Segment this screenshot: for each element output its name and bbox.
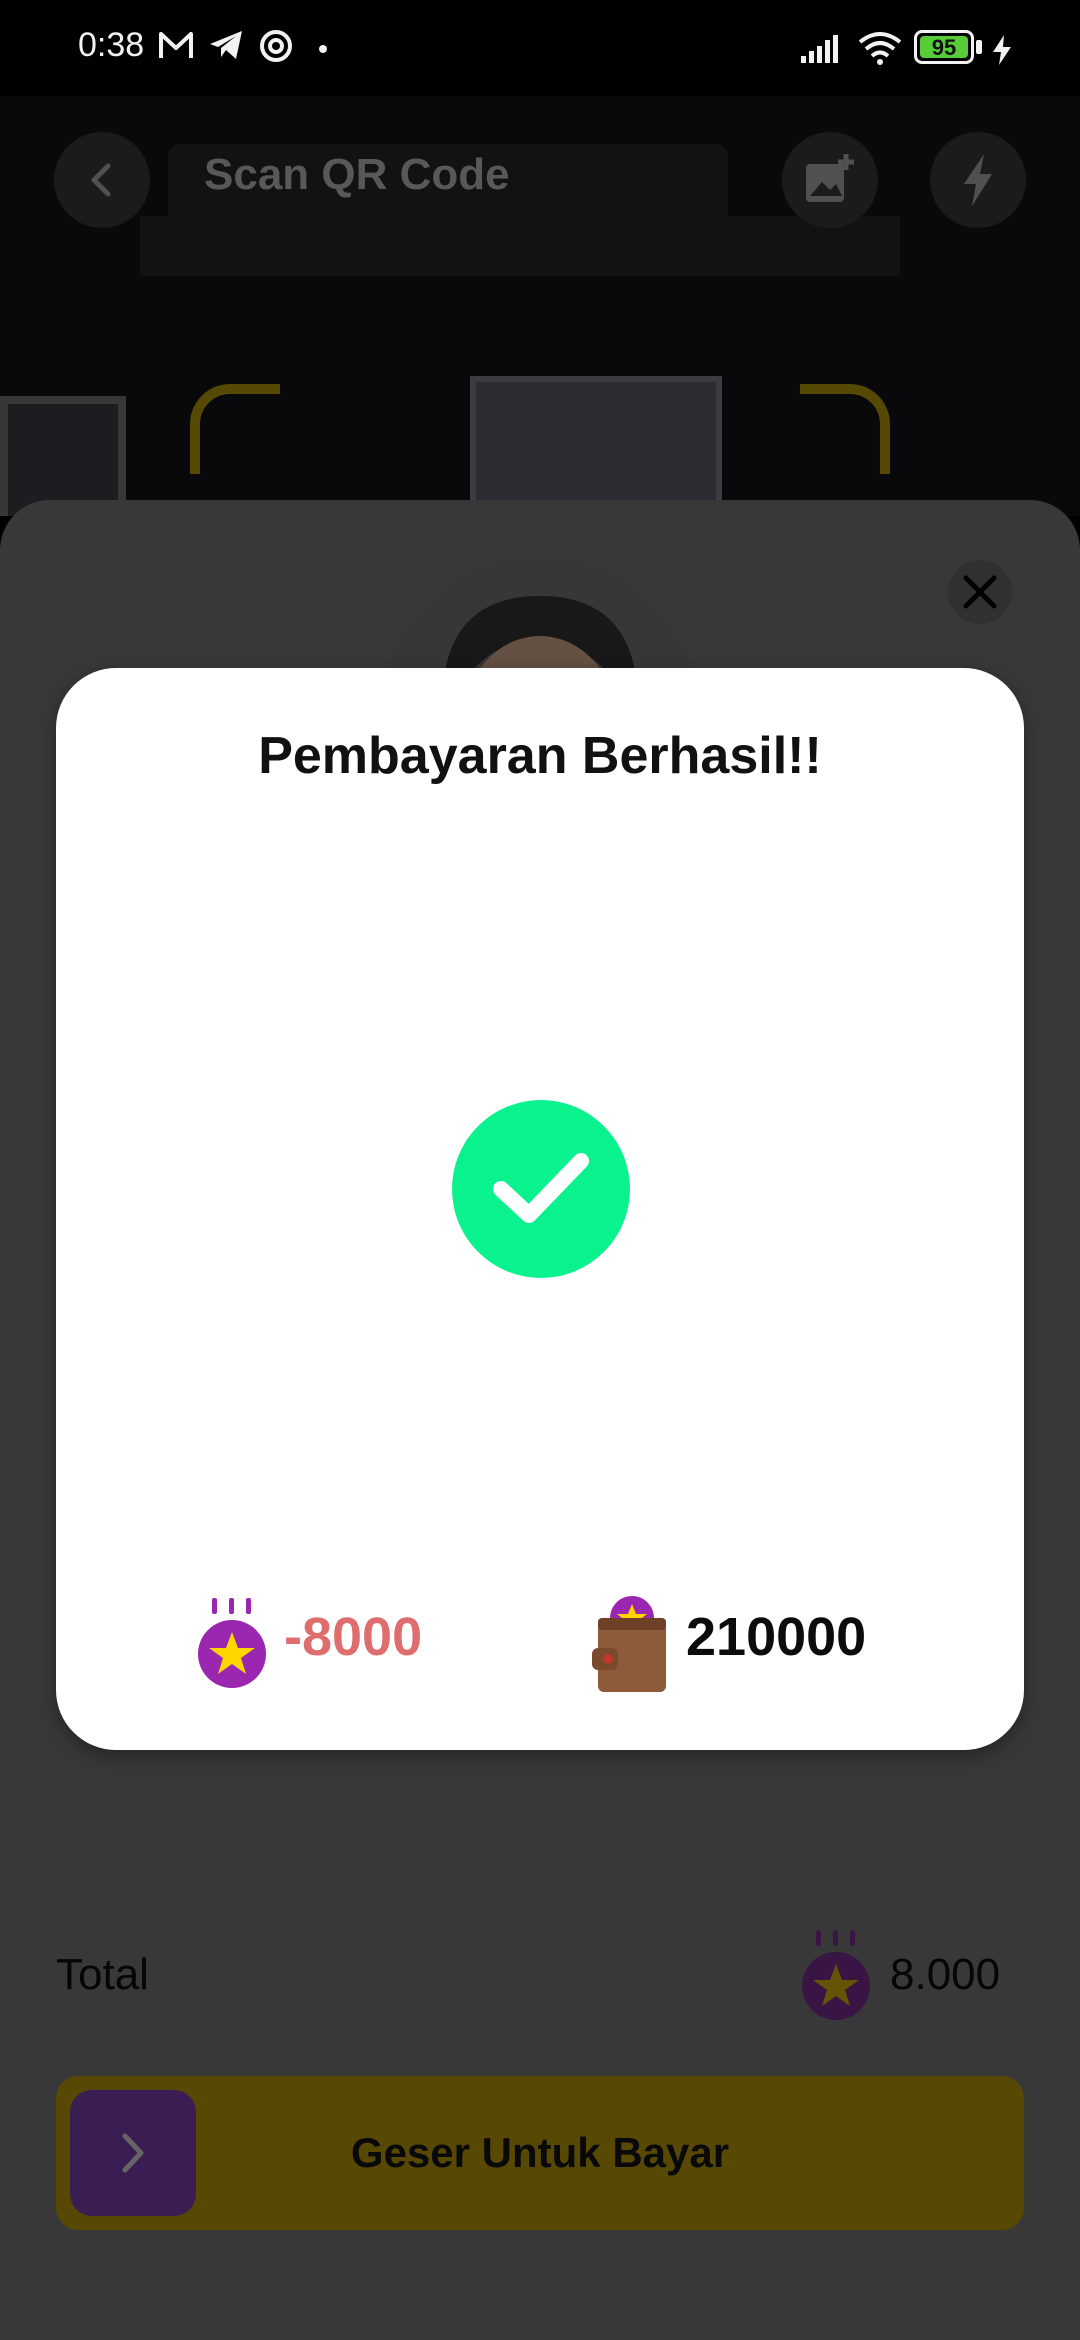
camera-preview-object [0, 396, 126, 516]
points-coin-icon [802, 1930, 870, 2020]
close-icon [963, 575, 997, 609]
slider-handle[interactable] [70, 2090, 196, 2216]
flash-icon [964, 154, 992, 206]
points-coin-icon [198, 1598, 266, 1688]
payment-success-dialog: Pembayaran Berhasil!! -8000 210000 [56, 668, 1024, 1750]
scan-frame-corner-top-left [190, 384, 280, 474]
total-label: Total [56, 1950, 149, 1999]
notification-dot-icon [319, 45, 327, 53]
charging-icon [993, 35, 1011, 65]
balance-amount: 210000 [686, 1607, 867, 1667]
battery-percent: 95 [931, 35, 957, 60]
success-check-icon [452, 1100, 630, 1278]
signal-icon [801, 35, 838, 63]
slider-label: Geser Untuk Bayar [350, 2129, 730, 2176]
vpn-icon [260, 30, 292, 62]
total-amount: 8.000 [890, 1950, 1001, 1999]
status-time: 0:38 [78, 26, 145, 64]
checkmark-icon [493, 1153, 589, 1223]
chevron-left-icon [91, 163, 111, 197]
dialog-title: Pembayaran Berhasil!! [258, 727, 822, 785]
battery-nub [976, 40, 982, 54]
close-sheet-button[interactable] [948, 560, 1012, 624]
status-bar: 0:38 95 [0, 0, 1080, 96]
camera-preview-monitor [470, 376, 722, 516]
gmail-icon [159, 32, 193, 58]
swipe-to-pay-slider[interactable]: Geser Untuk Bayar [56, 2076, 1024, 2230]
scan-frame-corner-top-right [800, 384, 890, 474]
page-title: Scan QR Code [204, 150, 510, 199]
deduction-amount: -8000 [284, 1607, 423, 1667]
telegram-icon [210, 31, 242, 59]
add-photo-icon [806, 154, 854, 202]
gallery-button[interactable] [782, 132, 878, 228]
wallet-icon [592, 1596, 666, 1692]
flash-button[interactable] [930, 132, 1026, 228]
battery-icon: 95 [914, 30, 974, 64]
wifi-icon [858, 32, 902, 65]
chevron-right-icon [122, 2133, 144, 2173]
back-button[interactable] [54, 132, 150, 228]
